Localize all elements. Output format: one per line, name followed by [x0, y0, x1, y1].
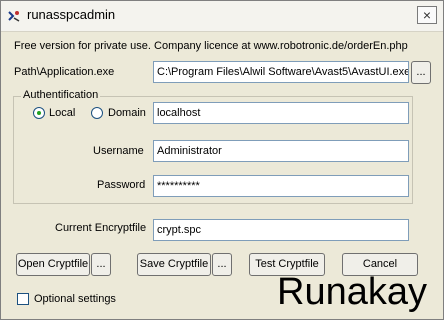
- close-button[interactable]: ×: [417, 6, 437, 24]
- password-input[interactable]: **********: [153, 175, 409, 197]
- domain-input[interactable]: localhost: [153, 102, 409, 124]
- local-radio-label[interactable]: Local: [49, 107, 75, 119]
- domain-radio[interactable]: [91, 107, 103, 119]
- close-icon: ×: [422, 7, 432, 23]
- local-radio[interactable]: [33, 107, 45, 119]
- brand-logo-text: Runakay: [277, 271, 427, 313]
- authentification-legend: Authentification: [21, 89, 101, 101]
- domain-radio-label[interactable]: Domain: [108, 107, 146, 119]
- app-keys-icon: [8, 11, 20, 22]
- path-label: Path\Application.exe: [14, 66, 115, 78]
- username-input[interactable]: Administrator: [153, 140, 409, 162]
- local-radio-dot: [37, 111, 41, 115]
- cryptfile-input[interactable]: crypt.spc: [153, 219, 409, 241]
- dialog-window: runasspcadmin × Free version for private…: [0, 0, 444, 320]
- optional-settings-label[interactable]: Optional settings: [34, 293, 116, 305]
- optional-settings-checkbox[interactable]: [17, 293, 29, 305]
- save-cryptfile-button[interactable]: Save Cryptfile: [137, 253, 211, 276]
- title-bar[interactable]: runasspcadmin ×: [1, 1, 443, 32]
- path-input[interactable]: C:\Program Files\Alwil Software\Avast5\A…: [153, 61, 409, 83]
- password-label: Password: [97, 179, 146, 191]
- path-browse-button[interactable]: ...: [411, 61, 431, 84]
- license-notice: Free version for private use. Company li…: [14, 40, 408, 52]
- open-cryptfile-button[interactable]: Open Cryptfile: [16, 253, 90, 276]
- save-cryptfile-more-button[interactable]: ...: [212, 253, 232, 276]
- cryptfile-label: Current Encryptfile: [55, 222, 147, 234]
- open-cryptfile-more-button[interactable]: ...: [91, 253, 111, 276]
- username-label: Username: [93, 145, 144, 157]
- window-title: runasspcadmin: [27, 7, 116, 22]
